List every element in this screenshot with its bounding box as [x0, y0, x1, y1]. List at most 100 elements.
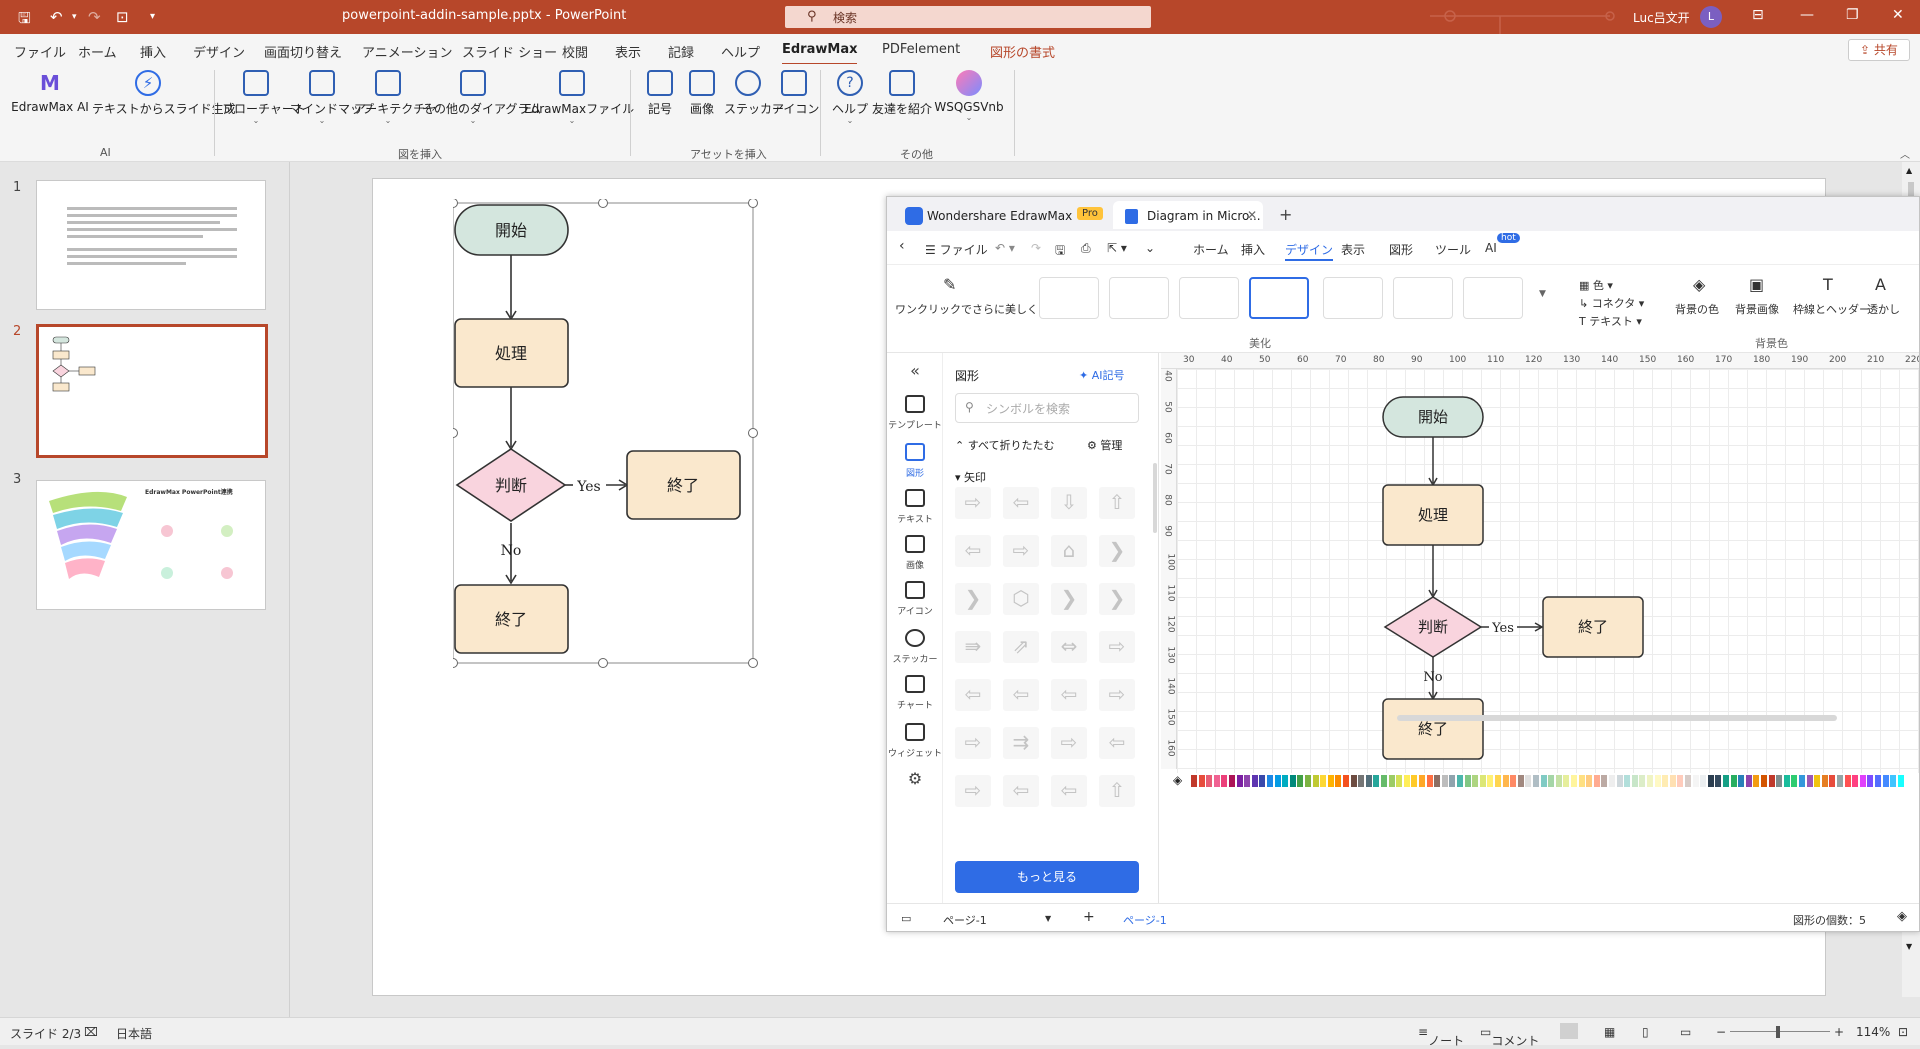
arrow-shape[interactable]: ❯	[1099, 535, 1135, 567]
style-preset-2[interactable]	[1109, 277, 1169, 319]
arrow-shape[interactable]: ❯	[1051, 583, 1087, 615]
sidebar-item-icon[interactable]: アイコン	[887, 581, 943, 617]
arrow-shape[interactable]: ⇦	[1099, 727, 1135, 759]
edraw-canvas[interactable]: 開始 処理 判断 終了 終了 Yes No	[1177, 369, 1919, 773]
tab-edrawmax[interactable]: EdrawMax	[782, 42, 858, 66]
color-swatch[interactable]	[1806, 775, 1813, 787]
color-swatch[interactable]	[1464, 775, 1471, 787]
page-overview-icon[interactable]: ▭	[901, 912, 911, 925]
accessibility-icon[interactable]: ⌧	[84, 1025, 98, 1039]
sidebar-item-image[interactable]: 画像	[887, 535, 943, 571]
ribbon-display-icon[interactable]: ⊟	[1752, 7, 1764, 23]
color-swatch[interactable]	[1457, 775, 1463, 787]
color-swatch[interactable]	[1593, 775, 1600, 787]
ai-symbol-button[interactable]: ✦ AI記号	[1079, 367, 1125, 383]
color-swatch[interactable]	[1631, 775, 1638, 787]
style-preset-7[interactable]	[1463, 277, 1523, 319]
color-swatch[interactable]	[1578, 775, 1585, 787]
color-swatch[interactable]	[1206, 775, 1213, 787]
tab-record[interactable]: 記録	[668, 42, 694, 61]
color-swatch[interactable]	[1837, 775, 1843, 787]
sticker-button[interactable]: ステッカー	[724, 70, 784, 117]
color-swatch[interactable]	[1897, 775, 1904, 787]
back-icon[interactable]: ‹	[899, 238, 905, 254]
comments-button[interactable]: ▭ コメント	[1480, 1025, 1539, 1048]
arrow-shape[interactable]: ⇦	[1003, 775, 1039, 807]
zoom-out-icon[interactable]: −	[1716, 1025, 1726, 1039]
file-menu[interactable]: ☰ ファイル	[925, 241, 988, 258]
color-swatch[interactable]	[1312, 775, 1319, 787]
arrow-shape[interactable]: ⇦	[1051, 775, 1087, 807]
color-swatch[interactable]	[1487, 775, 1494, 787]
color-swatch[interactable]	[1343, 775, 1349, 787]
more-button[interactable]: もっと見る	[955, 861, 1139, 893]
manage-button[interactable]: ⚙ 管理	[1087, 437, 1122, 453]
fill-bucket-icon[interactable]: ◈	[1173, 773, 1182, 787]
category-arrows[interactable]: ▾ 矢印	[955, 469, 986, 485]
color-swatch[interactable]	[1829, 775, 1836, 787]
arrow-shape[interactable]: ⇨	[955, 727, 991, 759]
edraw-menu-design[interactable]: デザイン	[1285, 241, 1334, 261]
tab-transitions[interactable]: 画面切り替え	[264, 42, 342, 61]
sidebar-item-shapes[interactable]: 図形	[887, 443, 943, 479]
minimize-icon[interactable]: —	[1800, 7, 1814, 23]
color-swatch[interactable]	[1221, 775, 1228, 787]
layers-icon[interactable]: ◈	[1897, 909, 1907, 924]
color-swatch[interactable]	[1229, 775, 1235, 787]
edrawmax-file-button[interactable]: EdrawMaxファイル ⌄	[524, 70, 634, 125]
slide-thumbnail-3[interactable]: EdrawMax PowerPoint連携	[36, 480, 266, 610]
color-swatch[interactable]	[1449, 775, 1456, 787]
avatar[interactable]: L	[1700, 6, 1722, 28]
zoom-slider[interactable]	[1730, 1031, 1830, 1032]
tab-home[interactable]: ホーム	[78, 42, 117, 61]
image-button[interactable]: 画像	[682, 70, 722, 117]
color-swatch[interactable]	[1411, 775, 1418, 787]
style-preset-4[interactable]	[1249, 277, 1309, 319]
color-swatch[interactable]	[1289, 775, 1296, 787]
color-swatch[interactable]	[1396, 775, 1403, 787]
edraw-menu-view[interactable]: 表示	[1341, 241, 1365, 258]
color-swatch[interactable]	[1647, 775, 1653, 787]
slide-thumbnail-1[interactable]	[36, 180, 266, 310]
search-box[interactable]: ⚲ 検索	[785, 6, 1151, 28]
style-preset-1[interactable]	[1039, 277, 1099, 319]
arrow-shape[interactable]: ⇉	[1003, 727, 1039, 759]
tab-pdfelement[interactable]: PDFelement	[882, 42, 960, 57]
arrow-shape[interactable]: ⇩	[1051, 487, 1087, 519]
arrow-shape[interactable]: ⇨	[955, 487, 991, 519]
slideshow-icon[interactable]: ▭	[1680, 1025, 1691, 1039]
arrow-shape[interactable]: ❯	[955, 583, 991, 615]
arrow-shape[interactable]: ⇨	[1003, 535, 1039, 567]
zoom-in-icon[interactable]: +	[1834, 1025, 1844, 1039]
color-swatch[interactable]	[1707, 775, 1714, 787]
collapse-sidebar-icon[interactable]: «	[887, 361, 943, 380]
color-swatch[interactable]	[1495, 775, 1501, 787]
color-swatch[interactable]	[1738, 775, 1745, 787]
start-from-beginning-icon[interactable]: ⊡	[116, 8, 129, 26]
border-header-button[interactable]: 枠線とヘッダー	[1793, 301, 1870, 317]
color-swatch[interactable]	[1472, 775, 1479, 787]
arrow-shape[interactable]: ⇨	[1099, 679, 1135, 711]
edraw-menu-ai[interactable]: AI	[1485, 241, 1497, 255]
arrow-shape[interactable]: ⇦	[1051, 679, 1087, 711]
color-swatch[interactable]	[1753, 775, 1760, 787]
color-swatch[interactable]	[1609, 775, 1615, 787]
tab-review[interactable]: 校閲	[562, 42, 588, 61]
canvas-h-scrollbar[interactable]	[1397, 715, 1837, 721]
background-color-button[interactable]: 背景の色	[1675, 301, 1719, 317]
arrow-shape[interactable]: ⇦	[1003, 487, 1039, 519]
diagram-doc-tab[interactable]: Diagram in Micro... ✕	[1113, 201, 1263, 229]
color-swatch[interactable]	[1859, 775, 1866, 787]
reading-view-icon[interactable]: ▯	[1642, 1025, 1649, 1039]
add-page-icon[interactable]: +	[1083, 909, 1095, 925]
arrow-shape[interactable]: ⇧	[1099, 487, 1135, 519]
connector-option[interactable]: ↳ コネクタ ▾	[1579, 295, 1644, 311]
collapse-ribbon-icon[interactable]: ︿	[1900, 146, 1910, 161]
color-swatch[interactable]	[1852, 775, 1859, 787]
edrawmax-ai-button[interactable]: M EdrawMax AI	[10, 70, 90, 114]
color-swatch[interactable]	[1821, 775, 1828, 787]
color-swatch[interactable]	[1555, 775, 1562, 787]
symbol-button[interactable]: 記号	[640, 70, 680, 117]
color-swatch[interactable]	[1586, 775, 1593, 787]
color-swatch[interactable]	[1768, 775, 1775, 787]
